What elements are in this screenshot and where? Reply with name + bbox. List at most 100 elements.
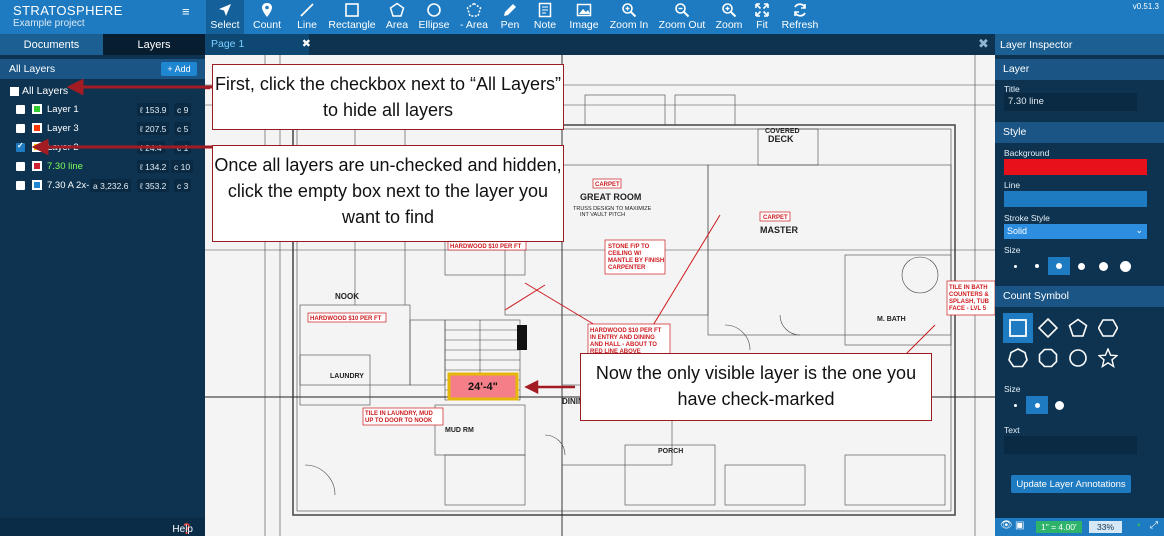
plan-label-porch: PORCH — [658, 448, 683, 455]
layer-row[interactable]: Layer 3 ℓ 207.5 c 5 — [0, 119, 205, 138]
count-symbol-options — [1003, 313, 1133, 373]
tool-pen[interactable]: Pen — [494, 0, 526, 34]
layer-color-swatch — [32, 104, 42, 114]
layer-visibility-checkbox[interactable] — [16, 124, 25, 133]
left-panel-tabs: Documents Layers — [0, 34, 205, 55]
layer-visibility-checkbox[interactable] — [16, 181, 25, 190]
add-layer-button[interactable]: + Add — [161, 62, 197, 76]
layer-color-swatch — [32, 142, 42, 152]
app-name: STRATOSPHERE — [13, 3, 123, 18]
tool-rectangle[interactable]: Rectangle — [324, 0, 380, 34]
image-icon[interactable]: ▣ — [1015, 520, 1024, 531]
tool-zoom-out[interactable]: Zoom Out — [654, 0, 710, 34]
tool-zoom-in[interactable]: Zoom In — [604, 0, 654, 34]
symbol-size-medium[interactable] — [1026, 396, 1048, 414]
square-icon[interactable] — [1003, 313, 1033, 343]
callout-step-2: Once all layers are un-checked and hidde… — [212, 145, 564, 242]
layer-title-input[interactable]: 7.30 line — [1004, 93, 1137, 111]
symbol-text-input[interactable] — [1004, 436, 1137, 454]
tool-note[interactable]: Note — [526, 0, 564, 34]
octagon-icon[interactable] — [1033, 343, 1063, 373]
tool-area[interactable]: Area — [380, 0, 414, 34]
tool-label: Ellipse — [418, 19, 450, 31]
plan-label-m-bath: M. BATH — [877, 316, 906, 323]
layers-header: All Layers + Add — [0, 59, 205, 79]
star-icon[interactable] — [1093, 343, 1123, 373]
image-icon — [576, 3, 592, 17]
pentagon-icon[interactable] — [1063, 313, 1093, 343]
tool-refresh[interactable]: Refresh — [776, 0, 824, 34]
layer-visibility-checkbox[interactable] — [16, 141, 25, 152]
layer-visibility-checkbox[interactable] — [16, 162, 25, 171]
tool-count[interactable]: Count — [244, 0, 290, 34]
tool-line[interactable]: Line — [290, 0, 324, 34]
layer-row[interactable]: Layer 1 ℓ 153.9 c 9 — [0, 100, 205, 119]
layer-count-badge: c 3 — [174, 179, 192, 192]
layer-name: 7.30 line — [47, 161, 83, 172]
eye-icon[interactable]: 👁 — [1000, 520, 1013, 531]
tool-label: Zoom Out — [658, 19, 706, 31]
size-option-1[interactable] — [1004, 257, 1026, 275]
svg-text:CEILING W/: CEILING W/ — [608, 251, 642, 257]
plan-note-hardwood-3: HARDWOOD $10 PER FT — [590, 328, 662, 334]
svg-text:CARPENTER: CARPENTER — [608, 265, 646, 271]
tool-fit[interactable]: Fit — [748, 0, 776, 34]
plan-note-tile-bath: TILE IN BATH — [949, 285, 988, 291]
layer-inspector-panel: ✖ Layer Inspector Layer Title 7.30 line … — [978, 34, 1164, 536]
update-layer-annotations-button[interactable]: Update Layer Annotations — [1011, 475, 1131, 493]
size-option-3[interactable] — [1048, 257, 1070, 275]
section-style: Style — [995, 122, 1164, 143]
layer-count-badge: c 1 — [174, 141, 192, 154]
tool-list: Select Count Line Rectangle Area Ellipse — [206, 0, 824, 34]
plan-note-carpet-2: CARPET — [763, 215, 788, 221]
tool-label: Refresh — [781, 19, 819, 31]
symbol-size-options — [1004, 396, 1070, 414]
scale-badge[interactable]: 1" = 4.00' — [1036, 521, 1082, 533]
all-layers-checkbox[interactable] — [10, 87, 19, 96]
help-label: Help — [172, 524, 193, 535]
background-label: Background — [1004, 148, 1050, 158]
chevron-down-icon: ⌄ — [1135, 225, 1143, 235]
close-inspector-icon[interactable]: ✖ — [978, 36, 992, 52]
heptagon-icon[interactable] — [1003, 343, 1033, 373]
tool-image[interactable]: Image — [564, 0, 604, 34]
plan-label-mud-rm: MUD RM — [445, 427, 474, 434]
layer-row[interactable]: 7.30 line ℓ 134.2 c 10 — [0, 157, 205, 176]
brand: STRATOSPHERE Example project ≡ — [0, 0, 205, 34]
layer-visibility-checkbox[interactable] — [16, 105, 25, 114]
tool-zoom[interactable]: Zoom — [710, 0, 748, 34]
plan-note-hardwood-2: HARDWOOD $10 PER FT — [310, 316, 382, 322]
circle-icon[interactable] — [1063, 343, 1093, 373]
version-label: v0.51.3 — [1132, 2, 1159, 11]
expand-icon[interactable]: ⤢ — [1150, 520, 1158, 531]
size-option-5[interactable] — [1092, 257, 1114, 275]
symbol-size-small[interactable] — [1004, 396, 1026, 414]
line-color-picker[interactable] — [1004, 191, 1147, 207]
tool-ellipse[interactable]: Ellipse — [414, 0, 454, 34]
tab-layers[interactable]: Layers — [103, 34, 205, 55]
stroke-style-select[interactable]: Solid ⌄ — [1004, 224, 1147, 239]
tool-select[interactable]: Select — [206, 0, 244, 34]
layer-length-badge: ℓ 24.4 — [137, 141, 165, 154]
background-color-picker[interactable] — [1004, 159, 1147, 175]
stroke-size-options — [1004, 257, 1136, 275]
size-option-2[interactable] — [1026, 257, 1048, 275]
hamburger-menu-icon[interactable]: ≡ — [182, 4, 190, 19]
symbol-size-large[interactable] — [1048, 396, 1070, 414]
tab-page-1[interactable]: Page 1 ✖ — [205, 34, 311, 55]
close-tab-icon[interactable]: ✖ — [302, 37, 311, 50]
tool-label: Zoom — [715, 19, 743, 31]
tab-documents[interactable]: Documents — [0, 34, 103, 55]
hexagon-icon[interactable] — [1093, 313, 1123, 343]
layer-row[interactable]: 7.30 A 2x- a 3,232.6 ℓ 353.2 c 3 — [0, 176, 205, 195]
save-icon[interactable]: ▪ — [1137, 520, 1141, 531]
diamond-icon[interactable] — [1033, 313, 1063, 343]
callout-step-2-text: Once all layers are un-checked and hidde… — [214, 155, 562, 227]
layer-color-swatch — [32, 123, 42, 133]
plan-label-laundry: LAUNDRY — [330, 373, 364, 380]
plan-note-stone: STONE F/P TO — [608, 244, 650, 250]
tool-minus-area[interactable]: - Area — [454, 0, 494, 34]
size-option-6[interactable] — [1114, 257, 1136, 275]
size-option-4[interactable] — [1070, 257, 1092, 275]
layer-row[interactable]: Layer 2 ℓ 24.4 c 1 — [0, 138, 205, 157]
